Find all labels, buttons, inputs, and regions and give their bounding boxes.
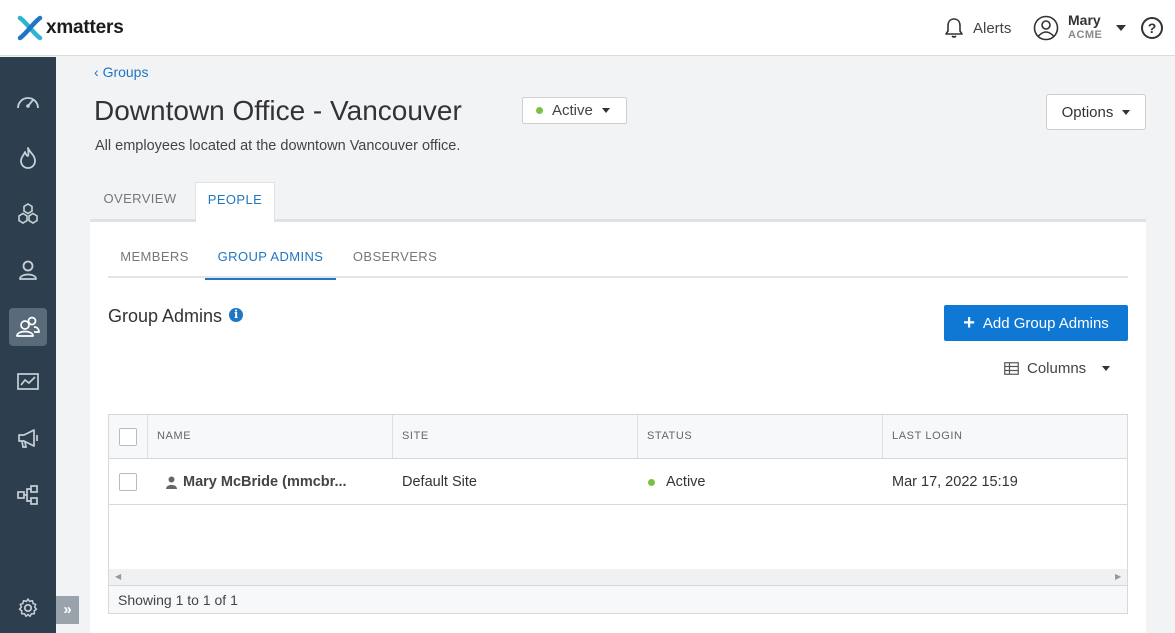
status-dropdown[interactable]: Active <box>522 97 627 124</box>
status-dot-icon <box>648 478 655 486</box>
sidebar-item-workflows[interactable] <box>9 476 47 514</box>
chevron-left-icon: ‹ <box>94 64 103 80</box>
status-dropdown-label: Active <box>552 102 593 119</box>
sidebar-item-reports[interactable] <box>9 363 47 401</box>
header-site[interactable]: SITE <box>393 415 638 458</box>
info-icon[interactable]: i <box>229 307 244 322</box>
site-cell: Default Site <box>402 474 477 490</box>
status-dot-icon <box>536 107 543 114</box>
person-icon <box>166 476 177 489</box>
table-footer-summary: Showing 1 to 1 of 1 <box>109 585 1127 613</box>
sidebar-item-dashboard[interactable] <box>9 83 47 121</box>
table-header: NAME SITE STATUS LAST LOGIN <box>109 415 1127 459</box>
sidebar-item-incidents[interactable] <box>9 139 47 177</box>
scroll-right-icon[interactable]: ▶ <box>1115 572 1121 581</box>
xmatters-logo-icon <box>17 15 43 41</box>
sidebar-item-services[interactable] <box>9 195 47 233</box>
user-name-link[interactable]: Mary McBride (mmcbr... <box>166 459 393 505</box>
add-group-admins-button[interactable]: + Add Group Admins <box>944 305 1128 341</box>
section-title-text: Group Admins <box>108 306 223 326</box>
users-icon <box>16 316 40 337</box>
subtab-observers[interactable]: OBSERVERS <box>342 242 448 278</box>
people-panel: MEMBERS GROUP ADMINS OBSERVERS Group Adm… <box>90 222 1146 633</box>
plus-icon: + <box>963 312 975 334</box>
alerts-button[interactable]: Alerts <box>944 15 1011 41</box>
add-group-admins-label: Add Group Admins <box>982 314 1109 332</box>
header-name[interactable]: NAME <box>148 415 393 458</box>
flame-icon <box>20 147 36 169</box>
group-admins-table: NAME SITE STATUS LAST LOGIN Mary McBride… <box>108 414 1128 614</box>
gear-icon <box>18 598 38 618</box>
chevron-down-icon <box>1102 365 1111 371</box>
tab-people[interactable]: PEOPLE <box>195 182 275 222</box>
row-select-checkbox[interactable] <box>119 473 137 491</box>
subtab-spacer <box>454 242 1128 278</box>
hexagons-icon <box>18 203 38 224</box>
sidebar-item-groups[interactable] <box>9 308 47 346</box>
subtab-group-admins[interactable]: GROUP ADMINS <box>205 242 336 280</box>
options-label: Options <box>1061 103 1114 121</box>
group-description: All employees located at the downtown Va… <box>95 138 461 154</box>
tab-overview[interactable]: OVERVIEW <box>90 182 190 222</box>
columns-button[interactable]: Columns <box>1004 358 1111 378</box>
user-names: Mary ACME <box>1068 13 1102 43</box>
table-row[interactable]: Mary McBride (mmcbr... Default Site Acti… <box>109 459 1127 505</box>
top-header: xmatters Alerts Mary ACME ? <box>0 0 1175 56</box>
user-menu[interactable]: Mary ACME <box>1033 10 1127 46</box>
alerts-label: Alerts <box>973 19 1012 37</box>
chevron-down-icon <box>601 108 610 113</box>
options-button[interactable]: Options <box>1046 94 1146 130</box>
columns-label: Columns <box>1027 359 1087 377</box>
user-name: Mary <box>1068 12 1101 28</box>
bell-icon <box>945 18 963 38</box>
section-title: Group Admins i <box>108 306 244 327</box>
table-icon <box>1004 361 1019 375</box>
name-cell: Mary McBride (mmcbr... <box>157 459 393 505</box>
user-name-text: Mary McBride (mmcbr... <box>183 474 347 490</box>
select-all-checkbox[interactable] <box>119 428 137 446</box>
status-cell: Active <box>639 459 883 505</box>
last-login-cell: Mar 17, 2022 15:19 <box>892 474 1018 490</box>
logo-text: xmatters <box>46 17 124 38</box>
subtab-members[interactable]: MEMBERS <box>108 242 201 278</box>
xmatters-logo[interactable]: xmatters <box>16 14 124 42</box>
scroll-left-icon[interactable]: ◀ <box>115 572 121 581</box>
sidebar-item-settings[interactable] <box>9 589 47 627</box>
sidebar-item-users[interactable] <box>9 251 47 289</box>
user-org: ACME <box>1068 29 1103 41</box>
sidebar-item-messaging[interactable] <box>9 419 47 457</box>
breadcrumb[interactable]: ‹ Groups <box>94 64 148 80</box>
header-select-cell <box>109 415 148 458</box>
sidebar <box>0 57 56 633</box>
user-icon <box>19 260 37 280</box>
horizontal-scrollbar[interactable]: ◀ ▶ <box>109 569 1127 585</box>
speedometer-icon <box>17 97 39 109</box>
chevron-down-icon <box>1122 109 1131 115</box>
flow-icon <box>17 485 38 505</box>
sidebar-expand-button[interactable]: » <box>56 596 79 624</box>
chart-icon <box>17 373 39 390</box>
breadcrumb-groups-link[interactable]: Groups <box>103 64 149 80</box>
header-last-login[interactable]: LAST LOGIN <box>883 415 1127 458</box>
status-text: Active <box>666 474 706 490</box>
group-tabs: OVERVIEW PEOPLE <box>90 182 1146 222</box>
user-avatar-icon <box>1033 15 1059 41</box>
chevron-down-icon <box>1116 25 1127 31</box>
help-button[interactable]: ? <box>1141 17 1163 39</box>
header-status[interactable]: STATUS <box>638 415 883 458</box>
people-subtabs: MEMBERS GROUP ADMINS OBSERVERS <box>108 242 1128 280</box>
megaphone-icon <box>18 429 38 448</box>
page-title: Downtown Office - Vancouver <box>94 95 462 126</box>
